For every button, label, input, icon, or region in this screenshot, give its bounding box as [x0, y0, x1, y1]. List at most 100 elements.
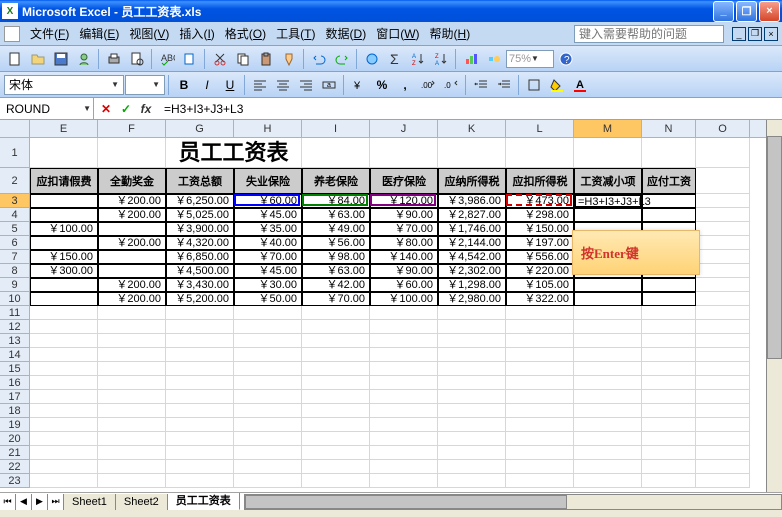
- spelling-button[interactable]: ABC: [156, 48, 178, 70]
- cell-G12[interactable]: [166, 320, 234, 334]
- cell-L16[interactable]: [506, 376, 574, 390]
- cell-H23[interactable]: [234, 474, 302, 488]
- cell-H20[interactable]: [234, 432, 302, 446]
- cell-M22[interactable]: [574, 460, 642, 474]
- cell-F7[interactable]: [98, 250, 166, 264]
- sheet-tab-2[interactable]: Sheet2: [116, 494, 168, 510]
- tab-nav-last[interactable]: ⏭: [48, 494, 64, 510]
- close-button[interactable]: ×: [759, 1, 780, 22]
- cell-M1[interactable]: [574, 138, 642, 168]
- cell-K5[interactable]: ￥1,746.00: [438, 222, 506, 236]
- formula-input[interactable]: [158, 98, 782, 119]
- cell-J14[interactable]: [370, 348, 438, 362]
- cell-H8[interactable]: ￥45.00: [234, 264, 302, 278]
- cell-I22[interactable]: [302, 460, 370, 474]
- cell-L17[interactable]: [506, 390, 574, 404]
- cell-J9[interactable]: ￥60.00: [370, 278, 438, 292]
- formula-enter-button[interactable]: ✓: [118, 101, 134, 117]
- col-header-K[interactable]: K: [438, 120, 506, 137]
- cell-N22[interactable]: [642, 460, 696, 474]
- cell-N20[interactable]: [642, 432, 696, 446]
- cell-O12[interactable]: [696, 320, 750, 334]
- cell-H5[interactable]: ￥35.00: [234, 222, 302, 236]
- cell-L14[interactable]: [506, 348, 574, 362]
- cell-K13[interactable]: [438, 334, 506, 348]
- cell-K8[interactable]: ￥2,302.00: [438, 264, 506, 278]
- cell-H16[interactable]: [234, 376, 302, 390]
- header-cell-G[interactable]: 工资总额: [166, 168, 234, 194]
- cell-H9[interactable]: ￥30.00: [234, 278, 302, 292]
- header-cell-H[interactable]: 失业保险: [234, 168, 302, 194]
- child-minimize-button[interactable]: _: [732, 27, 746, 41]
- save-button[interactable]: [50, 48, 72, 70]
- cell-K16[interactable]: [438, 376, 506, 390]
- vertical-scrollbar[interactable]: [766, 120, 782, 492]
- cell-F8[interactable]: [98, 264, 166, 278]
- sheet-tab-3[interactable]: 员工工资表: [168, 493, 240, 510]
- cell-N14[interactable]: [642, 348, 696, 362]
- cell-O23[interactable]: [696, 474, 750, 488]
- row-header-16[interactable]: 16: [0, 376, 30, 390]
- cell-F16[interactable]: [98, 376, 166, 390]
- row-header-1[interactable]: 1: [0, 138, 30, 168]
- col-header-H[interactable]: H: [234, 120, 302, 137]
- cell-J15[interactable]: [370, 362, 438, 376]
- cell-E18[interactable]: [30, 404, 98, 418]
- menu-edit[interactable]: 编辑(E): [75, 23, 123, 44]
- cell-K19[interactable]: [438, 418, 506, 432]
- cell-K20[interactable]: [438, 432, 506, 446]
- menu-format[interactable]: 格式(O): [221, 23, 270, 44]
- decrease-indent-button[interactable]: [470, 74, 492, 96]
- cell-G16[interactable]: [166, 376, 234, 390]
- cell-E20[interactable]: [30, 432, 98, 446]
- cell-N1[interactable]: [642, 138, 696, 168]
- cut-button[interactable]: [209, 48, 231, 70]
- cell-N12[interactable]: [642, 320, 696, 334]
- cell-N21[interactable]: [642, 446, 696, 460]
- cell-I20[interactable]: [302, 432, 370, 446]
- cell-I16[interactable]: [302, 376, 370, 390]
- cell-F23[interactable]: [98, 474, 166, 488]
- cell-F18[interactable]: [98, 404, 166, 418]
- borders-button[interactable]: [523, 74, 545, 96]
- tab-nav-first[interactable]: ⏮: [0, 494, 16, 510]
- row-header-6[interactable]: 6: [0, 236, 30, 250]
- cell-F1[interactable]: [98, 138, 166, 168]
- header-cell-F[interactable]: 全勤奖金: [98, 168, 166, 194]
- cell-H3[interactable]: ￥60.00: [234, 194, 302, 208]
- cell-N10[interactable]: [642, 292, 696, 306]
- cell-J21[interactable]: [370, 446, 438, 460]
- cell-I18[interactable]: [302, 404, 370, 418]
- align-center-button[interactable]: [272, 74, 294, 96]
- cell-G23[interactable]: [166, 474, 234, 488]
- align-left-button[interactable]: [249, 74, 271, 96]
- cell-O15[interactable]: [696, 362, 750, 376]
- cell-M18[interactable]: [574, 404, 642, 418]
- col-header-M[interactable]: M: [574, 120, 642, 137]
- cell-M15[interactable]: [574, 362, 642, 376]
- row-header-15[interactable]: 15: [0, 362, 30, 376]
- menu-help[interactable]: 帮助(H): [426, 23, 475, 44]
- help-button[interactable]: ?: [555, 48, 577, 70]
- row-header-13[interactable]: 13: [0, 334, 30, 348]
- cell-K9[interactable]: ￥1,298.00: [438, 278, 506, 292]
- header-cell-L[interactable]: 应扣所得税: [506, 168, 574, 194]
- row-header-12[interactable]: 12: [0, 320, 30, 334]
- print-preview-button[interactable]: [126, 48, 148, 70]
- cell-O17[interactable]: [696, 390, 750, 404]
- menu-window[interactable]: 窗口(W): [372, 23, 423, 44]
- cell-F17[interactable]: [98, 390, 166, 404]
- row-header-5[interactable]: 5: [0, 222, 30, 236]
- underline-button[interactable]: U: [219, 74, 241, 96]
- help-search-input[interactable]: [574, 25, 724, 43]
- cell-H18[interactable]: [234, 404, 302, 418]
- currency-button[interactable]: ¥: [348, 74, 370, 96]
- sort-desc-button[interactable]: ZA: [430, 48, 452, 70]
- cell-O4[interactable]: [696, 208, 750, 222]
- cell-E15[interactable]: [30, 362, 98, 376]
- cell-J4[interactable]: ￥90.00: [370, 208, 438, 222]
- row-header-23[interactable]: 23: [0, 474, 30, 488]
- cell-I9[interactable]: ￥42.00: [302, 278, 370, 292]
- menu-tools[interactable]: 工具(T): [272, 23, 319, 44]
- cell-J10[interactable]: ￥100.00: [370, 292, 438, 306]
